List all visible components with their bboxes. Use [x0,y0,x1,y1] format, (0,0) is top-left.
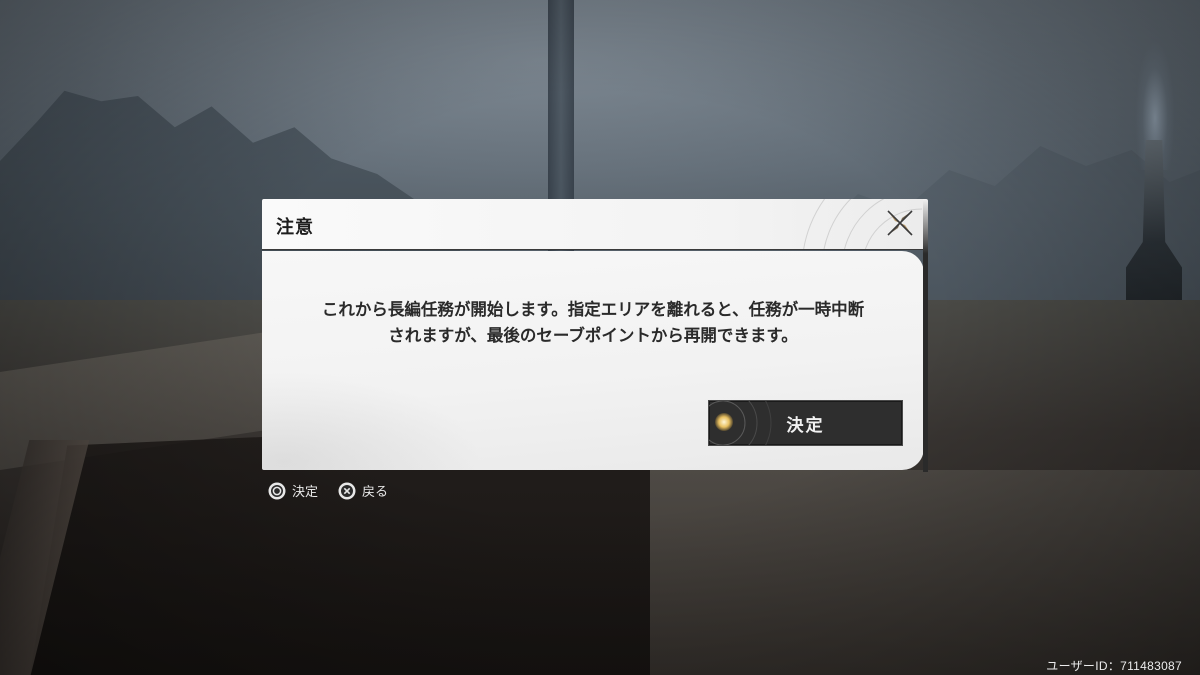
dialog-title: 注意 [276,217,314,238]
hint-confirm[interactable]: 決定 [268,481,318,500]
header-divider [262,249,926,250]
button-hints: 決定 戻る [268,481,408,500]
dialog-header: 注意 [262,199,926,249]
confirm-button-label: 決定 [786,415,825,436]
message-line: これから長編任務が開始します。指定エリアを離れると、任務が一時中断 [321,300,865,319]
hint-back[interactable]: 戻る [338,481,388,500]
close-button[interactable] [882,205,918,241]
dialog-message: これから長編任務が開始します。指定エリアを離れると、任務が一時中断 されますが、… [262,297,924,349]
notice-dialog: 注意 これから長編任務が開始します。指定エリアを離れると、任務が一時中断 されま… [262,199,928,472]
button-glow-icon [715,413,733,431]
confirm-button[interactable]: 決定 [708,400,903,446]
body-texture [262,371,482,470]
circle-button-icon [268,482,286,500]
cross-button-icon [338,482,356,500]
hint-confirm-label: 決定 [292,485,319,500]
close-x-icon [887,210,913,236]
message-line: されますが、最後のセーブポイントから再開できます。 [388,326,798,345]
hint-back-label: 戻る [362,485,389,500]
user-id: ユーザーID：711483087 [1046,659,1182,673]
dialog-right-edge [923,199,928,472]
